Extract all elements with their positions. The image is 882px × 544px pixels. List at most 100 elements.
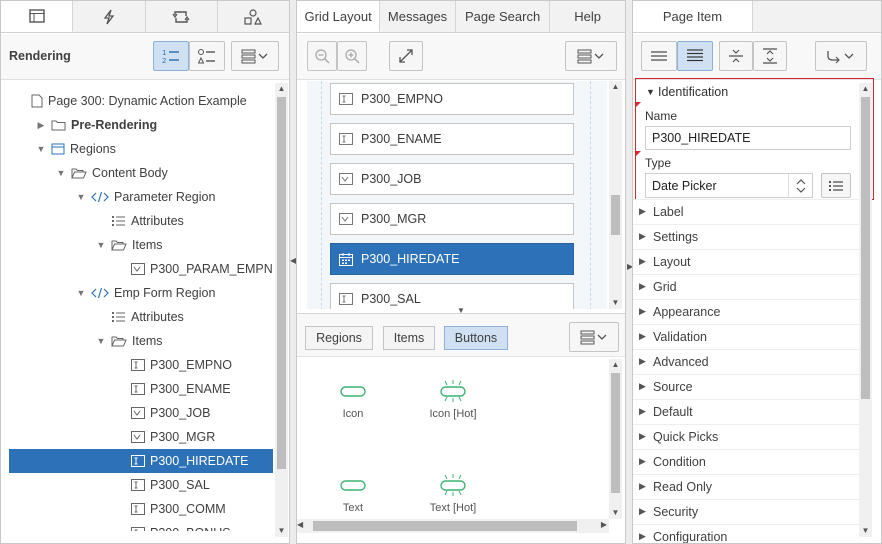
property-group-header[interactable]: ▶ Security <box>639 499 849 524</box>
identification-header[interactable]: ▼ Identification <box>646 85 728 99</box>
tree-node[interactable]: ▼ Items <box>9 329 273 353</box>
zoom-in-button[interactable] <box>337 41 367 71</box>
scroll-thumb[interactable] <box>277 97 286 469</box>
scroll-up-icon[interactable]: ▲ <box>275 83 288 95</box>
tree-node[interactable]: P300_BONUS <box>9 521 273 531</box>
go-to-group-button[interactable] <box>815 41 867 71</box>
component-view-button[interactable]: 12 <box>153 41 189 71</box>
tab-page-item[interactable]: Page Item <box>633 1 753 32</box>
tree-node[interactable]: ▼ Parameter Region <box>9 185 273 209</box>
grid-item[interactable]: P300_SAL <box>330 283 574 309</box>
type-select[interactable]: Date Picker <box>645 173 813 198</box>
property-group-header[interactable]: ▶ Layout <box>639 249 849 274</box>
property-group-header[interactable]: ▶ Quick Picks <box>639 424 849 449</box>
scroll-up-icon[interactable]: ▲ <box>609 359 622 371</box>
grid-item[interactable]: P300_JOB <box>330 163 574 195</box>
grid-item[interactable]: P300_MGR <box>330 203 574 235</box>
tab-messages[interactable]: Messages <box>380 1 456 32</box>
property-group-header[interactable]: ▶ Appearance <box>639 299 849 324</box>
grid-item[interactable]: P300_ENAME <box>330 123 574 155</box>
gallery-button[interactable]: Text [Hot] <box>413 474 493 514</box>
property-group-header[interactable]: ▶ Source <box>639 374 849 399</box>
scroll-thumb[interactable] <box>313 521 577 531</box>
scroll-down-icon[interactable]: ▼ <box>275 525 288 537</box>
chevron-down-icon[interactable]: ▼ <box>75 288 87 298</box>
tree-node[interactable]: P300_HIREDATE <box>9 449 273 473</box>
gallery-menu-button[interactable] <box>569 322 619 352</box>
grid-item[interactable]: P300_HIREDATE <box>330 243 574 275</box>
tab-grid-layout[interactable]: Grid Layout <box>297 1 381 32</box>
chevron-down-icon[interactable]: ▼ <box>75 192 87 202</box>
tree-node[interactable]: P300_SAL <box>9 473 273 497</box>
tree-node[interactable]: ▼ Regions <box>9 137 273 161</box>
tree-node[interactable]: P300_COMM <box>9 497 273 521</box>
gallery-button[interactable]: Icon [Hot] <box>413 380 493 420</box>
scroll-down-icon[interactable]: ▼ <box>609 297 622 309</box>
property-group-header[interactable]: ▶ Default <box>639 399 849 424</box>
gallery-button[interactable]: Text <box>313 474 393 514</box>
name-field[interactable]: P300_HIREDATE <box>645 126 851 150</box>
gallery-tab-regions[interactable]: Regions <box>305 326 373 350</box>
chevron-down-icon[interactable]: ▼ <box>95 336 107 346</box>
tree-node[interactable]: ▼ Emp Form Region <box>9 281 273 305</box>
scroll-up-icon[interactable]: ▲ <box>609 81 622 93</box>
tree-node[interactable]: ▼ Content Body <box>9 161 273 185</box>
tree-node[interactable]: Attributes <box>9 209 273 233</box>
property-group-header[interactable]: ▶ Grid <box>639 274 849 299</box>
type-list-button[interactable] <box>821 173 851 198</box>
property-group-header[interactable]: ▶ Advanced <box>639 349 849 374</box>
scroll-thumb[interactable] <box>611 195 620 235</box>
property-group-header[interactable]: ▶ Read Only <box>639 474 849 499</box>
tab-processing[interactable] <box>146 1 218 32</box>
zoom-out-button[interactable] <box>307 41 337 71</box>
scroll-left-icon[interactable]: ◀ <box>297 520 303 529</box>
grid-item[interactable]: P300_EMPNO <box>330 83 574 115</box>
scroll-thumb[interactable] <box>861 97 870 399</box>
property-group-header[interactable]: ▶ Condition <box>639 449 849 474</box>
scroll-up-icon[interactable]: ▲ <box>859 83 872 95</box>
gallery-button[interactable]: Icon <box>313 380 393 420</box>
tree-node[interactable]: Attributes <box>9 305 273 329</box>
grid-scrollbar[interactable]: ▲ ▼ <box>609 81 622 309</box>
tree-node[interactable]: P300_MGR <box>9 425 273 449</box>
scroll-right-icon[interactable]: ▶ <box>601 520 607 529</box>
tree-node[interactable]: ▶ Pre-Rendering <box>9 113 273 137</box>
gallery-tab-items[interactable]: Items <box>383 326 435 350</box>
chevron-right-icon[interactable]: ▶ <box>35 120 47 131</box>
property-group-header[interactable]: ▶ Validation <box>639 324 849 349</box>
tab-page-search[interactable]: Page Search <box>456 1 551 32</box>
property-group-header[interactable]: ▶ Settings <box>639 224 849 249</box>
scroll-down-icon[interactable]: ▼ <box>609 507 622 519</box>
chevron-down-icon[interactable]: ▼ <box>55 168 67 178</box>
tab-help[interactable]: Help <box>550 1 625 32</box>
gallery-hscrollbar[interactable]: ◀ ▶ <box>297 519 609 533</box>
tree-node[interactable]: ▼ Items <box>9 233 273 257</box>
chevron-down-icon[interactable]: ▼ <box>95 240 107 250</box>
tree-scrollbar[interactable]: ▲ ▼ <box>275 83 288 537</box>
tab-dynamic-actions[interactable] <box>73 1 146 32</box>
property-group-header[interactable]: ▶ Configuration <box>639 524 849 544</box>
tab-shared-components[interactable] <box>218 1 289 32</box>
chevron-down-icon[interactable]: ▼ <box>35 144 47 154</box>
tree-node[interactable]: P300_EMPNO <box>9 353 273 377</box>
show-common-button[interactable] <box>641 41 677 71</box>
tree-node[interactable]: P300_PARAM_EMPNO <box>9 257 273 281</box>
tree-node[interactable]: P300_JOB <box>9 401 273 425</box>
gallery-scrollbar[interactable]: ▲ ▼ <box>609 359 622 519</box>
show-all-button[interactable] <box>677 41 713 71</box>
tree-node[interactable]: Page 300: Dynamic Action Example <box>9 89 273 113</box>
grid-menu-button[interactable] <box>565 41 617 71</box>
group-by-type-button[interactable] <box>189 41 225 71</box>
collapse-all-button[interactable] <box>719 41 753 71</box>
property-group-header[interactable]: ▶ Label <box>639 199 849 224</box>
tab-rendering[interactable] <box>1 1 74 32</box>
tree-menu-button[interactable] <box>231 41 279 71</box>
scroll-thumb[interactable] <box>611 373 620 493</box>
expand-button[interactable] <box>389 41 423 71</box>
property-scrollbar[interactable]: ▲ ▼ <box>859 83 872 537</box>
gallery-tab-buttons[interactable]: Buttons <box>444 326 508 350</box>
tree-node[interactable]: P300_ENAME <box>9 377 273 401</box>
layout-grid[interactable]: P300_EMPNO P300_ENAME P300_JOB P300_MGR P300… <box>307 81 607 309</box>
scroll-down-icon[interactable]: ▼ <box>859 525 872 537</box>
expand-all-button[interactable] <box>753 41 787 71</box>
